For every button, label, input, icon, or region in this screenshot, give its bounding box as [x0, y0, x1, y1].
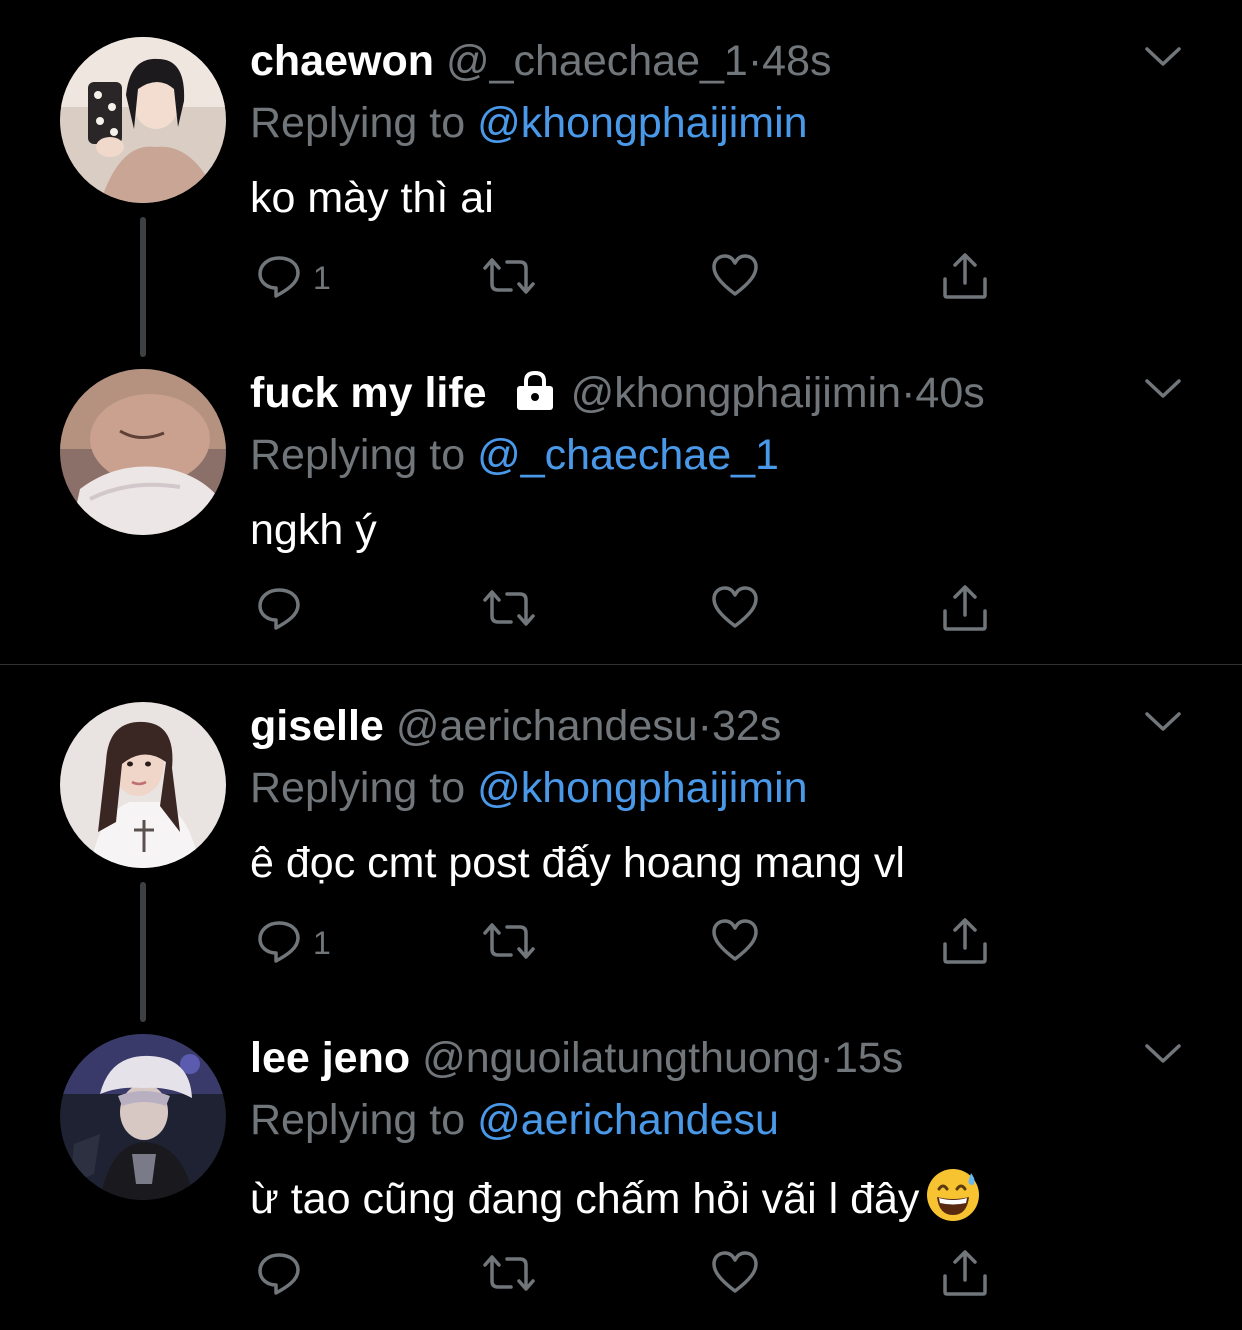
replying-prefix: Replying to: [250, 1096, 478, 1144]
avatar[interactable]: [60, 369, 226, 535]
reply-icon: [255, 252, 303, 305]
replying-prefix: Replying to: [250, 764, 478, 812]
user-handle[interactable]: @_chaechae_1: [446, 37, 748, 85]
tweet-text: ê đọc cmt post đấy hoang mang vl: [250, 839, 905, 887]
like-button[interactable]: [711, 585, 759, 635]
share-button[interactable]: [940, 583, 990, 638]
heart-icon: [711, 584, 759, 637]
replying-to-mention[interactable]: @_chaechae_1: [477, 431, 779, 479]
tweet[interactable]: fuck my life @khongphaijimin·40s Replying…: [0, 332, 1242, 662]
replying-to-mention[interactable]: @aerichandesu: [477, 1096, 779, 1144]
replying-to-line: Replying to @aerichandesu: [250, 1092, 779, 1148]
share-icon: [940, 1248, 990, 1303]
separator-dot: ·: [697, 702, 712, 750]
chevron-down-icon[interactable]: [1144, 1042, 1182, 1071]
separator-dot: ·: [901, 369, 916, 417]
replying-to-mention[interactable]: @khongphaijimin: [477, 764, 808, 812]
tweet-header: chaewon @_chaechae_1·48s: [250, 33, 832, 89]
replying-to-mention[interactable]: @khongphaijimin: [477, 99, 808, 147]
timestamp[interactable]: 15s: [834, 1034, 903, 1082]
tweet[interactable]: giselle @aerichandesu·32s Replying to @k…: [0, 665, 1242, 1022]
retweet-button[interactable]: [481, 918, 537, 968]
tweet-text-container: ừ tao cũng đang chấm hỏi vãi l đây: [250, 1167, 981, 1237]
reply-button[interactable]: [255, 585, 313, 635]
separator-dot: ·: [747, 37, 763, 85]
tweet-text: ừ tao cũng đang chấm hỏi vãi l đây: [250, 1175, 920, 1223]
avatar[interactable]: [60, 37, 226, 203]
reply-icon: [255, 1249, 303, 1302]
tweet[interactable]: lee jeno @nguoilatungthuong·15s Replying…: [0, 997, 1242, 1327]
display-name[interactable]: giselle: [250, 702, 384, 750]
retweet-icon: [481, 584, 537, 637]
reply-icon: [255, 917, 303, 970]
lock-icon: [513, 369, 557, 425]
avatar[interactable]: [60, 702, 226, 868]
like-button[interactable]: [711, 1250, 759, 1300]
chevron-down-icon[interactable]: [1144, 45, 1182, 74]
replying-to-line: Replying to @_chaechae_1: [250, 427, 779, 483]
share-icon: [940, 916, 990, 971]
reply-button[interactable]: [255, 1250, 313, 1300]
timestamp[interactable]: 32s: [712, 702, 781, 750]
replying-to-line: Replying to @khongphaijimin: [250, 95, 808, 151]
tweet[interactable]: chaewon @_chaechae_1·48s Replying to @kh…: [0, 0, 1242, 357]
heart-icon: [711, 1249, 759, 1302]
tweet-text: ko mày thì ai: [250, 174, 494, 222]
retweet-button[interactable]: [481, 1250, 537, 1300]
user-handle[interactable]: @aerichandesu: [396, 702, 698, 750]
heart-icon: [711, 917, 759, 970]
display-name[interactable]: fuck my life: [250, 369, 487, 417]
retweet-button[interactable]: [481, 253, 537, 303]
retweet-icon: [481, 917, 537, 970]
reply-button[interactable]: 1: [255, 253, 331, 303]
replying-prefix: Replying to: [250, 99, 478, 147]
share-button[interactable]: [940, 916, 990, 971]
avatar[interactable]: [60, 1034, 226, 1200]
chevron-down-icon[interactable]: [1144, 377, 1182, 406]
retweet-icon: [481, 1249, 537, 1302]
chevron-down-icon[interactable]: [1144, 710, 1182, 739]
share-icon: [940, 251, 990, 306]
user-handle[interactable]: @khongphaijimin: [571, 369, 902, 417]
tweet-header: fuck my life @khongphaijimin·40s: [250, 365, 985, 421]
timestamp[interactable]: 48s: [762, 37, 831, 85]
timestamp[interactable]: 40s: [915, 369, 984, 417]
tweet-header: lee jeno @nguoilatungthuong·15s: [250, 1030, 903, 1086]
reply-count: 1: [313, 924, 331, 961]
replying-to-line: Replying to @khongphaijimin: [250, 760, 808, 816]
tweet-header: giselle @aerichandesu·32s: [250, 698, 781, 754]
tweet-text: ngkh ý: [250, 506, 377, 554]
retweet-icon: [481, 252, 537, 305]
heart-icon: [711, 252, 759, 305]
retweet-button[interactable]: [481, 585, 537, 635]
display-name[interactable]: chaewon: [250, 37, 434, 85]
like-button[interactable]: [711, 918, 759, 968]
display-name[interactable]: lee jeno: [250, 1034, 410, 1082]
share-button[interactable]: [940, 251, 990, 306]
separator-dot: ·: [819, 1034, 834, 1082]
reply-button[interactable]: 1: [255, 918, 331, 968]
user-handle[interactable]: @nguoilatungthuong: [422, 1034, 820, 1082]
reply-count: 1: [313, 259, 331, 296]
like-button[interactable]: [711, 253, 759, 303]
grinning-sweat-emoji-icon: [925, 1167, 981, 1237]
share-button[interactable]: [940, 1248, 990, 1303]
share-icon: [940, 583, 990, 638]
replying-prefix: Replying to: [250, 431, 478, 479]
reply-icon: [255, 584, 303, 637]
